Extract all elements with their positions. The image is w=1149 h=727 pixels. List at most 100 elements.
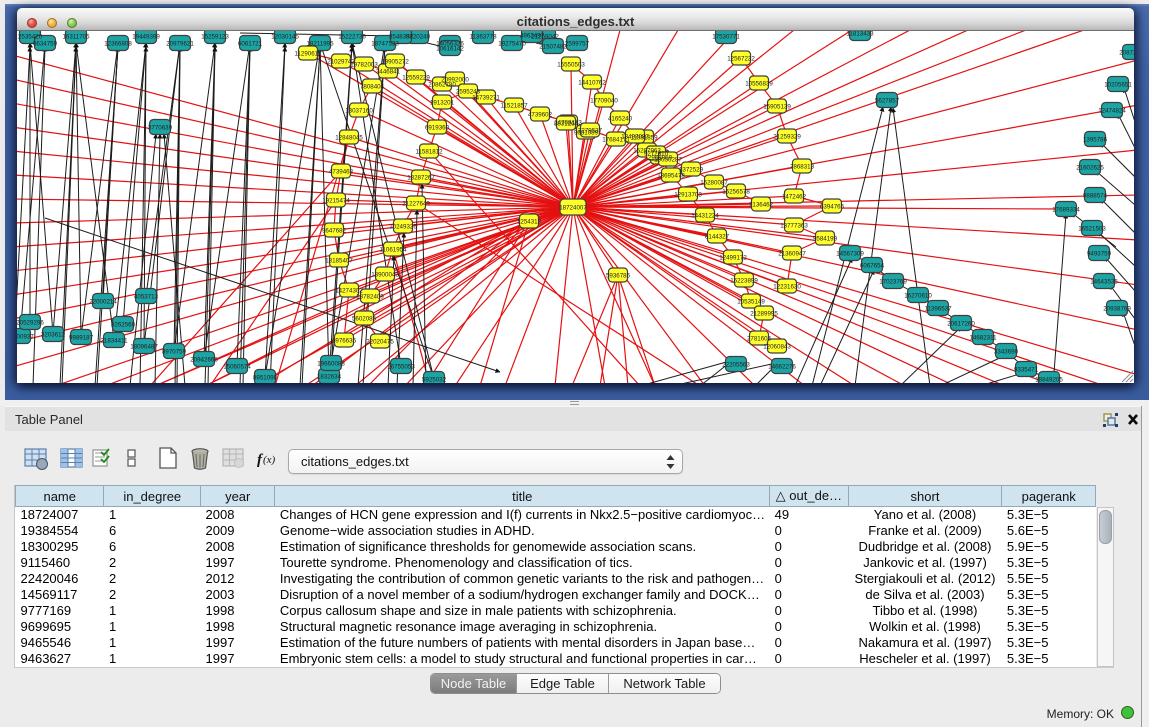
svg-text:17023769: 17023769 [879, 279, 907, 286]
svg-text:2535420: 2535420 [18, 34, 43, 41]
svg-text:18782409: 18782409 [356, 294, 384, 301]
svg-text:12913703: 12913703 [674, 192, 702, 199]
svg-text:14410762: 14410762 [578, 80, 606, 87]
svg-text:20979621: 20979621 [166, 41, 194, 48]
svg-text:15222736: 15222736 [338, 34, 366, 41]
svg-text:9335471: 9335471 [1014, 367, 1039, 374]
svg-text:11363778: 11363778 [469, 34, 497, 41]
svg-text:10616142: 10616142 [436, 46, 464, 53]
svg-text:17530771: 17530771 [712, 34, 740, 41]
svg-text:1372529: 1372529 [679, 167, 704, 174]
svg-text:20249326: 20249326 [389, 224, 417, 231]
svg-text:6976635: 6976635 [332, 338, 357, 345]
svg-text:15280087: 15280087 [700, 180, 728, 187]
svg-text:16521503: 16521503 [1078, 226, 1106, 233]
svg-text:20872519: 20872519 [1119, 50, 1134, 57]
svg-text:20617260: 20617260 [947, 321, 975, 328]
svg-text:13185407: 13185407 [325, 258, 353, 265]
svg-text:15905139: 15905139 [763, 104, 791, 111]
svg-text:11813433: 11813433 [846, 31, 874, 38]
svg-text:4165240: 4165240 [608, 116, 633, 123]
svg-text:14662276: 14662276 [768, 364, 796, 371]
svg-text:20938769: 20938769 [1103, 306, 1131, 313]
svg-text:18724007: 18724007 [559, 205, 587, 212]
svg-text:16311705: 16311705 [62, 34, 90, 41]
svg-text:2781604: 2781604 [747, 336, 772, 343]
svg-text:18211995: 18211995 [306, 41, 334, 48]
svg-text:4053713: 4053713 [134, 294, 159, 301]
svg-text:10535149: 10535149 [737, 299, 765, 306]
svg-text:1472462: 1472462 [782, 194, 807, 201]
svg-text:19275470: 19275470 [498, 41, 526, 48]
svg-text:21227649: 21227649 [402, 201, 430, 208]
svg-text:16223899: 16223899 [730, 278, 758, 285]
svg-text:3548387: 3548387 [389, 34, 414, 41]
svg-text:22000214: 22000214 [89, 299, 117, 306]
svg-text:5925032: 5925032 [422, 377, 447, 384]
svg-text:21289995: 21289995 [750, 311, 778, 318]
svg-text:8831264: 8831264 [554, 121, 579, 128]
svg-text:1395786: 1395786 [1083, 137, 1108, 144]
svg-text:15259123: 15259123 [201, 34, 229, 41]
svg-text:12060843: 12060843 [763, 344, 791, 351]
svg-text:21602625: 21602625 [1076, 165, 1104, 172]
svg-text:15550503: 15550503 [557, 62, 585, 69]
svg-text:6061721: 6061721 [238, 41, 263, 48]
svg-text:12499172: 12499172 [719, 255, 747, 262]
svg-text:22020475: 22020475 [366, 339, 394, 346]
svg-text:3446841: 3446841 [376, 69, 401, 76]
svg-text:18096487: 18096487 [130, 344, 158, 351]
svg-text:21507483: 21507483 [539, 44, 567, 51]
svg-text:21834411: 21834411 [100, 338, 128, 345]
svg-text:9493759: 9493759 [1087, 251, 1112, 258]
svg-text:17689334: 17689334 [1052, 207, 1080, 214]
svg-text:7868313: 7868313 [790, 164, 815, 171]
svg-text:9989187: 9989187 [69, 335, 94, 342]
svg-text:5627857: 5627857 [875, 98, 900, 105]
svg-text:12567232: 12567232 [727, 56, 755, 63]
svg-text:8144327: 8144327 [705, 234, 730, 241]
svg-text:5602085: 5602085 [352, 316, 377, 323]
svg-text:11290617: 11290617 [294, 51, 322, 58]
svg-text:19782003: 19782003 [350, 62, 378, 69]
svg-text:16256578: 16256578 [722, 189, 750, 196]
svg-text:20992000: 20992000 [441, 77, 469, 84]
svg-text:19449399: 19449399 [132, 34, 160, 41]
svg-text:6634759: 6634759 [33, 41, 58, 48]
svg-text:1254313: 1254313 [517, 219, 542, 226]
svg-text:18695478: 18695478 [657, 173, 685, 180]
svg-text:9584199: 9584199 [813, 236, 838, 243]
svg-text:19215474: 19215474 [322, 198, 350, 205]
svg-text:(x): (x) [263, 454, 276, 466]
svg-text:10556839: 10556839 [745, 81, 773, 88]
svg-text:10205651: 10205651 [1104, 82, 1132, 89]
svg-text:1832634: 1832634 [317, 374, 342, 381]
svg-text:18747533: 18747533 [371, 41, 399, 48]
svg-text:3343690: 3343690 [994, 349, 1019, 356]
svg-text:6394765: 6394765 [820, 204, 845, 211]
svg-text:5936785: 5936785 [606, 273, 631, 280]
svg-text:4739602: 4739602 [528, 112, 553, 119]
svg-text:21259329: 21259329 [773, 134, 801, 141]
svg-text:18900043: 18900043 [371, 272, 399, 279]
svg-text:8262560: 8262560 [111, 322, 136, 329]
svg-text:19050287: 19050287 [654, 157, 682, 164]
svg-text:14431224: 14431224 [691, 213, 719, 220]
svg-text:12559229: 12559229 [402, 75, 430, 82]
svg-text:9888574: 9888574 [1083, 193, 1108, 200]
svg-text:3770639: 3770639 [148, 125, 173, 132]
svg-text:11521857: 11521857 [500, 103, 528, 110]
svg-text:13777363: 13777363 [780, 223, 808, 230]
svg-text:1913201: 1913201 [430, 100, 455, 107]
svg-text:4962497: 4962497 [520, 33, 545, 40]
svg-text:20300937: 20300937 [17, 334, 34, 341]
svg-text:12366808: 12366808 [104, 41, 132, 48]
svg-text:14643535: 14643535 [1090, 279, 1118, 286]
svg-text:15060574: 15060574 [223, 364, 251, 371]
svg-text:8970759: 8970759 [162, 349, 187, 356]
svg-text:18497087: 18497087 [621, 134, 649, 141]
svg-text:12030145: 12030145 [271, 34, 299, 41]
svg-text:22205563: 22205563 [722, 362, 750, 369]
svg-text:2136462: 2136462 [749, 202, 774, 209]
svg-text:19660088: 19660088 [317, 361, 345, 368]
